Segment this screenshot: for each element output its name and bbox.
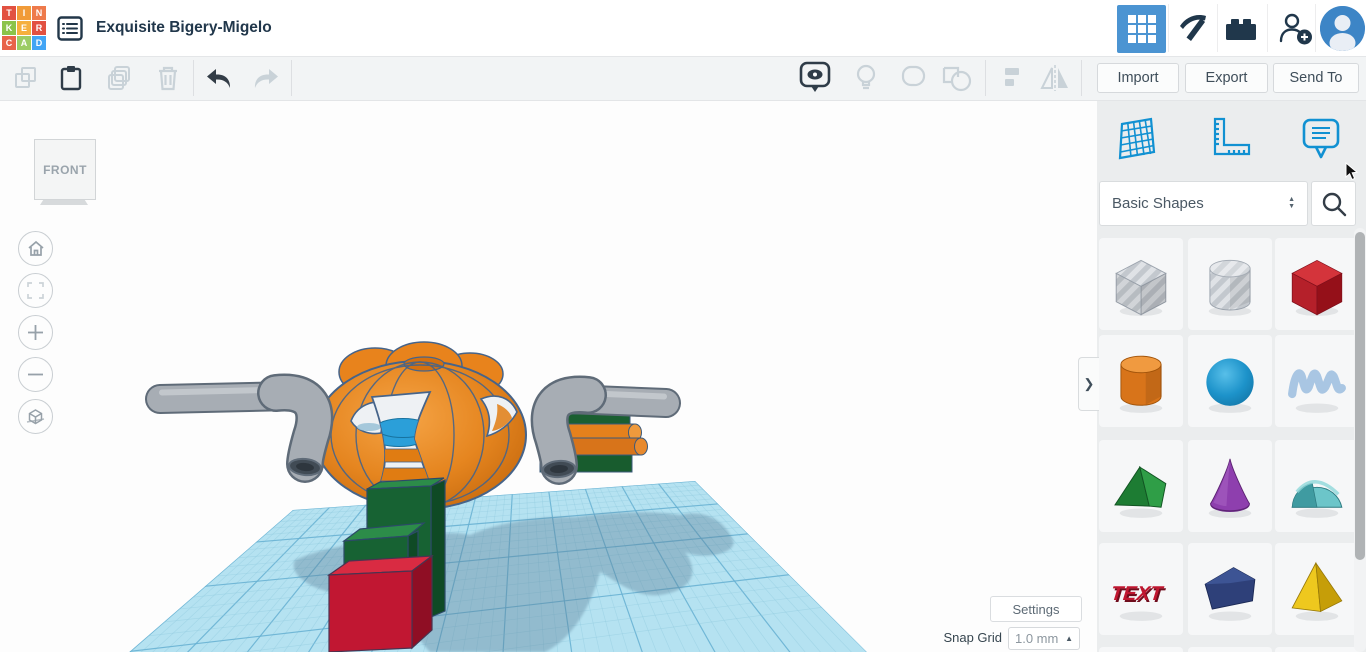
shapes-panel: Basic Shapes ▲▼ TEXTTEXT (1097, 100, 1366, 652)
search-icon (1321, 191, 1347, 217)
divider (985, 60, 986, 96)
shape-tile-partial[interactable] (1099, 647, 1183, 652)
shape-category-dropdown[interactable]: Basic Shapes ▲▼ (1099, 181, 1308, 226)
tinker-things-icon[interactable] (1117, 5, 1166, 53)
align-icon[interactable] (997, 62, 1029, 94)
svg-text:TEXT: TEXT (1110, 583, 1165, 605)
shape-tile-box-hole[interactable] (1099, 238, 1183, 330)
snap-grid-dropdown[interactable]: 1.0 mm ▲ (1008, 627, 1080, 650)
delete-icon[interactable] (152, 62, 184, 94)
add-person-icon[interactable] (1278, 12, 1314, 46)
panel-collapse-handle[interactable]: ❯ (1078, 357, 1099, 411)
shape-tile-box[interactable] (1275, 238, 1359, 330)
divider (291, 60, 292, 96)
edit-toolbar: Import Export Send To (0, 56, 1366, 101)
divider (1081, 60, 1082, 96)
shape-tile-round-roof[interactable] (1275, 440, 1359, 532)
search-button[interactable] (1311, 181, 1356, 226)
shape-tile-scribble[interactable] (1275, 335, 1359, 427)
send-to-button[interactable]: Send To (1273, 63, 1359, 93)
zoom-in-button[interactable] (18, 315, 53, 350)
logo-letter: R (32, 21, 46, 35)
undo-icon[interactable] (203, 62, 235, 94)
shape-tile-partial[interactable] (1188, 647, 1272, 652)
tinkercad-logo[interactable]: TIN KER CAD (2, 6, 46, 50)
logo-letter: C (2, 36, 16, 50)
export-button[interactable]: Export (1185, 63, 1268, 93)
show-all-icon[interactable] (850, 62, 882, 94)
redo-icon[interactable] (250, 62, 282, 94)
logo-letter: T (2, 6, 16, 20)
notes-icon[interactable] (1300, 116, 1342, 168)
paste-icon[interactable] (55, 62, 87, 94)
snap-grid-value: 1.0 mm (1015, 631, 1058, 646)
copy-icon[interactable] (10, 62, 42, 94)
ungroup-icon[interactable] (941, 62, 973, 94)
design-title[interactable]: Exquisite Bigery-Migelo (96, 0, 272, 56)
ruler-icon[interactable] (1205, 114, 1253, 166)
minecraft-pickaxe-icon[interactable] (1178, 13, 1210, 45)
model-red-box[interactable] (329, 556, 432, 652)
fit-view-button[interactable] (18, 273, 53, 308)
shape-tile-pyramid[interactable] (1275, 543, 1359, 635)
shape-tile-cylinder-hole[interactable] (1188, 238, 1272, 330)
shape-tile-sphere[interactable] (1188, 335, 1272, 427)
brick-icon[interactable] (1224, 15, 1258, 43)
logo-letter: A (17, 36, 31, 50)
divider (1267, 4, 1268, 52)
design-properties-icon[interactable] (57, 16, 83, 41)
logo-letter: E (17, 21, 31, 35)
divider (1217, 4, 1218, 52)
group-icon[interactable] (898, 62, 930, 94)
zoom-out-button[interactable] (18, 357, 53, 392)
shape-tile-polygon[interactable] (1188, 543, 1272, 635)
mirror-icon[interactable] (1039, 62, 1071, 94)
home-view-button[interactable] (18, 231, 53, 266)
logo-letter: N (32, 6, 46, 20)
shape-tile-text[interactable]: TEXTTEXT (1099, 543, 1183, 635)
chevron-up-icon: ▲ (1065, 634, 1073, 643)
shape-tile-roof[interactable] (1099, 440, 1183, 532)
avatar[interactable] (1320, 6, 1365, 51)
divider (1168, 4, 1169, 52)
duplicate-icon[interactable] (104, 62, 136, 94)
logo-letter: K (2, 21, 16, 35)
divider (1315, 4, 1316, 52)
annotation-visibility-icon[interactable] (799, 62, 831, 94)
perspective-toggle-button[interactable] (18, 399, 53, 434)
workplane-icon[interactable] (1115, 114, 1157, 166)
shape-category-value: Basic Shapes (1112, 195, 1204, 212)
tinkercad-window: TIN KER CAD Exquisite Bigery-Migelo (0, 0, 1366, 652)
shape-tile-cylinder[interactable] (1099, 335, 1183, 427)
dropdown-arrows-icon: ▲▼ (1288, 197, 1295, 210)
settings-button[interactable]: Settings (990, 596, 1082, 622)
shape-tile-partial[interactable] (1275, 647, 1359, 652)
model-left-handlebar[interactable] (160, 390, 322, 477)
logo-letter: I (17, 6, 31, 20)
snap-grid-label: Snap Grid (905, 630, 1002, 645)
mouse-cursor (1345, 162, 1361, 182)
divider (193, 60, 194, 96)
logo-letter: D (32, 36, 46, 50)
view-cube-front[interactable]: FRONT (34, 139, 96, 200)
import-button[interactable]: Import (1097, 63, 1179, 93)
shape-tile-cone[interactable] (1188, 440, 1272, 532)
top-bar: TIN KER CAD Exquisite Bigery-Migelo (0, 0, 1366, 57)
panel-scrollbar-thumb[interactable] (1355, 232, 1365, 560)
